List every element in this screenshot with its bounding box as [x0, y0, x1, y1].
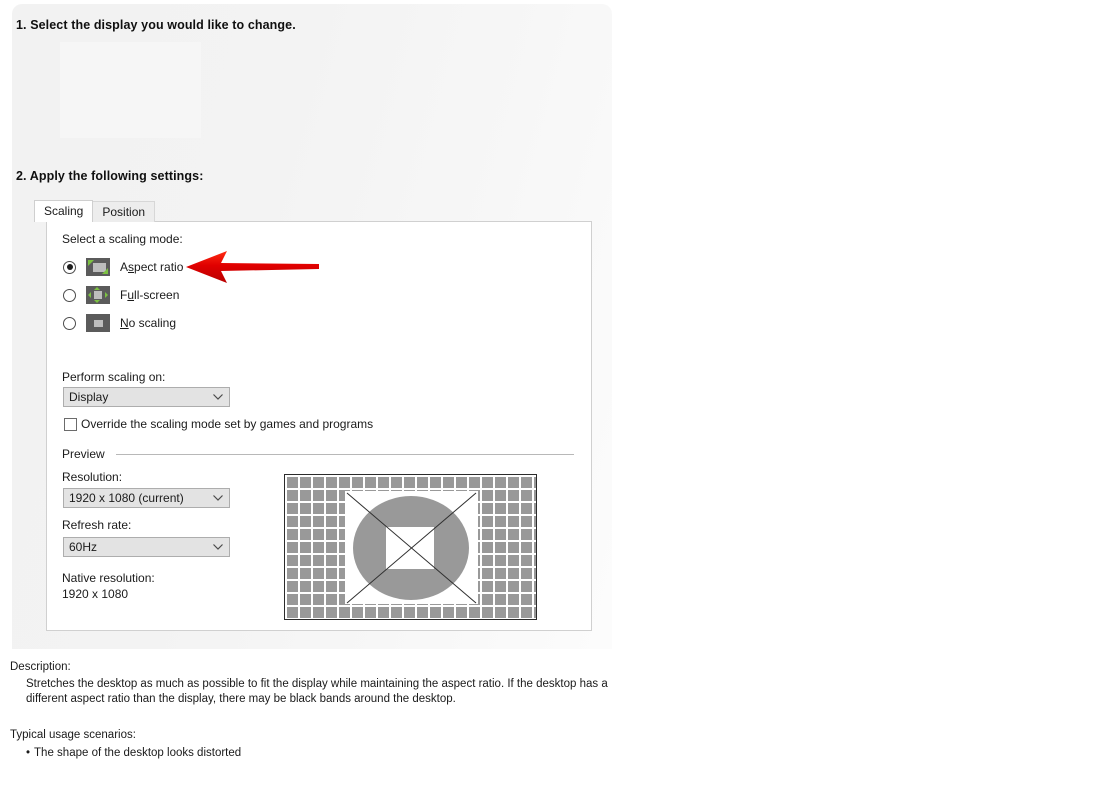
nvidia-control-panel-scaling-page: 1. Select the display you would like to … [0, 0, 1117, 789]
radio-no-scaling[interactable] [63, 316, 76, 330]
tab-position[interactable]: Position [92, 201, 156, 222]
perform-scaling-on-dropdown[interactable]: Display [63, 387, 230, 407]
resolution-value: 1920 x 1080 (current) [69, 491, 184, 505]
scenario-list-item: • The shape of the desktop looks distorte… [26, 747, 241, 759]
mode-label-no-scaling: No scaling [120, 316, 177, 330]
scenario-text: The shape of the desktop looks distorted [34, 747, 242, 759]
preview-group-label: Preview [62, 447, 111, 461]
radio-aspect-ratio[interactable] [63, 260, 76, 274]
override-scaling-checkbox-row[interactable]: Override the scaling mode set by games a… [64, 417, 373, 431]
display-selection-preview[interactable] [60, 42, 201, 138]
description-title: Description: [10, 661, 71, 673]
native-resolution-value: 1920 x 1080 [62, 587, 129, 601]
chevron-down-icon [213, 544, 223, 550]
bullet-glyph: • [26, 747, 31, 759]
radio-row-full-screen[interactable]: Full-screen [63, 284, 179, 306]
resolution-dropdown[interactable]: 1920 x 1080 (current) [63, 488, 230, 508]
radio-full-screen[interactable] [63, 288, 76, 302]
preview-group-header: Preview [62, 447, 574, 461]
no-scaling-icon [86, 314, 110, 332]
perform-scaling-on-label: Perform scaling on: [62, 370, 166, 384]
test-pattern-diagonals [346, 492, 477, 604]
refresh-rate-label: Refresh rate: [62, 518, 132, 532]
override-scaling-checkbox[interactable] [64, 417, 77, 431]
radio-row-no-scaling[interactable]: No scaling [63, 312, 176, 334]
perform-scaling-on-value: Display [69, 390, 109, 404]
aspect-ratio-icon [86, 258, 110, 276]
tab-scaling-label: Scaling [44, 204, 84, 218]
chevron-down-icon [213, 394, 223, 400]
step-1-heading: 1. Select the display you would like to … [16, 18, 296, 32]
resolution-label: Resolution: [62, 470, 123, 484]
radio-row-aspect-ratio[interactable]: Aspect ratio [63, 256, 183, 278]
tab-position-label: Position [102, 205, 146, 219]
refresh-rate-value: 60Hz [69, 540, 98, 554]
step-2-heading: 2. Apply the following settings: [16, 169, 204, 183]
preview-group-divider [116, 454, 574, 455]
chevron-down-icon [213, 495, 223, 501]
mode-label-aspect-ratio: Aspect ratio [120, 260, 184, 274]
tab-scaling[interactable]: Scaling [34, 200, 94, 222]
override-scaling-label: Override the scaling mode set by games a… [81, 417, 374, 431]
scenarios-title: Typical usage scenarios: [10, 729, 136, 741]
description-body: Stretches the desktop as much as possibl… [26, 678, 608, 705]
tab-strip: Scaling Position [34, 200, 156, 222]
mode-label-full-screen: Full-screen [120, 288, 180, 302]
scaling-mode-section-label: Select a scaling mode: [62, 232, 183, 246]
full-screen-icon [86, 286, 110, 304]
scaling-preview-test-pattern [284, 474, 537, 620]
native-resolution-label: Native resolution: [62, 571, 155, 585]
refresh-rate-dropdown[interactable]: 60Hz [63, 537, 230, 557]
